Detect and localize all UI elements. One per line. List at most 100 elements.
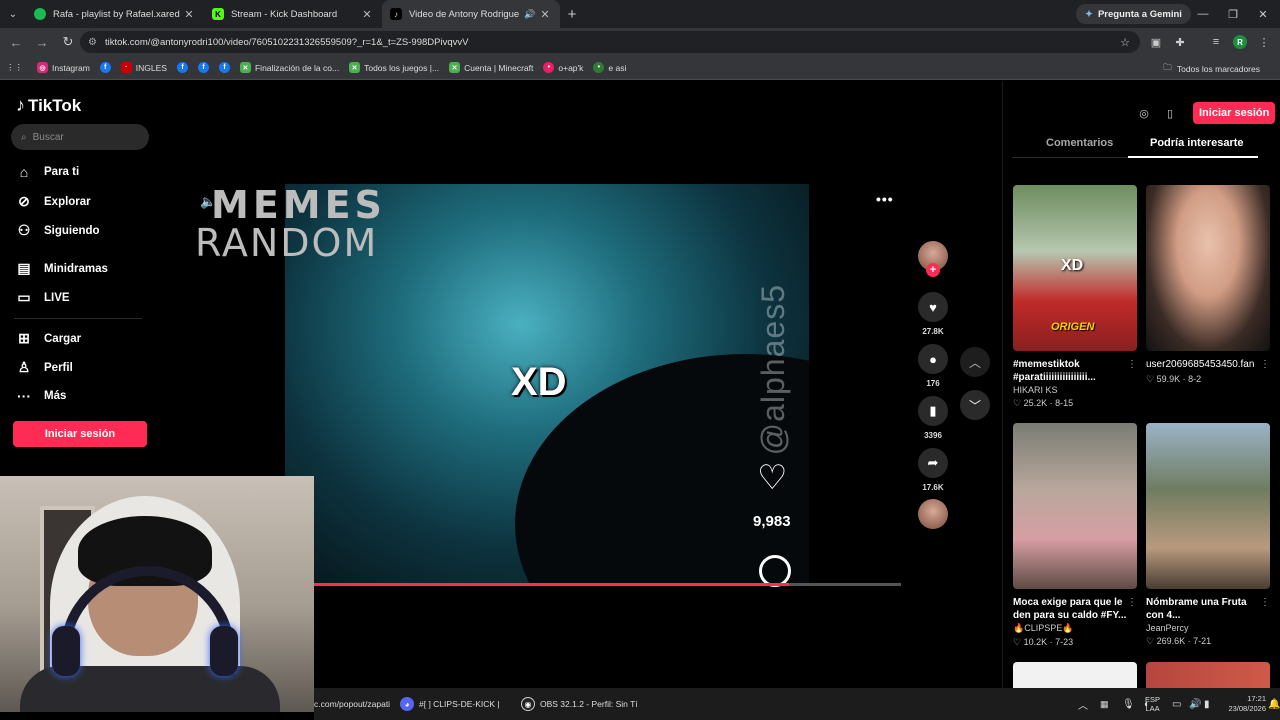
comment-icon[interactable]: ● [918, 344, 948, 374]
previous-video-button[interactable]: ︿ [960, 347, 990, 377]
tab-kick[interactable]: K Stream - Kick Dashboard ✕ [204, 0, 382, 28]
taskbar-item-browser[interactable]: c.com/popout/zapati [314, 688, 390, 720]
share-action[interactable]: ➦ 17.6K [917, 448, 949, 492]
kebab-icon[interactable]: ⋮ [1260, 597, 1270, 608]
cast-icon[interactable]: ▣ [1146, 32, 1166, 52]
device-icon[interactable]: ▯ [1161, 104, 1179, 122]
close-icon[interactable]: ✕ [538, 8, 552, 21]
tab-tiktok[interactable]: ♪ Video de Antony Rodrigue 🔊 ✕ [382, 0, 560, 28]
bookmark-icon[interactable]: ▮ [918, 396, 948, 426]
language-indicator[interactable]: ESP LAA [1145, 688, 1160, 720]
nav-explorar[interactable]: ⊘ Explorar [16, 193, 91, 210]
forward-button[interactable]: → [30, 30, 54, 54]
tray-chevron-up-icon[interactable]: ︿ [1078, 688, 1088, 720]
bookmark-minecraft[interactable]: ✕ Cuenta | Minecraft [449, 62, 533, 73]
site-info-icon[interactable]: ⚙ [88, 37, 97, 48]
nav-live[interactable]: ▭ LIVE [16, 289, 69, 306]
thumbnail[interactable]: XD ORIGEN [1013, 185, 1137, 351]
close-window-button[interactable]: ✕ [1248, 0, 1278, 28]
address-bar[interactable]: ⚙ tiktok.com/@antonyrodri100/video/76051… [80, 31, 1140, 53]
bookmark-easi[interactable]: • e asi [593, 62, 626, 73]
taskbar-item-obs[interactable]: ◉ OBS 32.1.2 - Perfil: Sin Tí [521, 688, 638, 720]
nav-para-ti[interactable]: ⌂ Para ti [16, 164, 79, 180]
bookmark-facebook[interactable]: f [218, 62, 230, 73]
profile-button[interactable]: R [1230, 32, 1250, 52]
nav-minidramas[interactable]: ▤ Minidramas [16, 260, 108, 277]
tab-spotify[interactable]: Rafa - playlist by Rafael.xared | ✕ [26, 0, 204, 28]
next-video-button[interactable]: ﹀ [960, 390, 990, 420]
menu-icon[interactable]: ⋮ [1254, 32, 1274, 52]
kebab-icon[interactable]: ⋮ [1127, 359, 1137, 370]
battery-icon[interactable]: ▮ [1204, 688, 1210, 720]
search-input[interactable]: ⌕ Buscar [11, 124, 149, 150]
gemini-button[interactable]: ✦ Pregunta a Gemini [1076, 4, 1191, 24]
new-tab-button[interactable]: + [560, 6, 584, 23]
bookmark-facebook[interactable]: f [197, 62, 209, 73]
bookmark-instagram[interactable]: ◎ Instagram [37, 62, 90, 73]
nav-siguiendo[interactable]: ⚇ Siguiendo [16, 222, 100, 239]
follow-plus-icon[interactable]: + [926, 263, 940, 277]
restore-button[interactable]: ❐ [1218, 0, 1248, 28]
card-author[interactable]: JeanPercy [1146, 623, 1270, 633]
thumbnail[interactable] [1013, 423, 1137, 589]
tray-app-icon[interactable]: ▦ [1100, 688, 1109, 720]
music-disc[interactable] [917, 499, 949, 529]
save-action[interactable]: ▮ 3396 [917, 396, 949, 440]
login-button[interactable]: Iniciar sesión [13, 421, 147, 447]
coin-icon[interactable]: ◎ [1135, 104, 1153, 122]
nav-perfil[interactable]: ♙ Perfil [16, 359, 73, 376]
like-action[interactable]: ♥ 27.8K [917, 292, 949, 336]
tab-comentarios[interactable]: Comentarios [1046, 137, 1113, 149]
thumbnail[interactable] [1146, 423, 1270, 589]
volume-tray-icon[interactable]: 🔊 [1189, 688, 1201, 720]
bookmark-star-icon[interactable]: ☆ [1120, 36, 1130, 49]
notification-icon[interactable]: 🔔 [1268, 688, 1280, 720]
creator-avatar[interactable]: + [917, 241, 949, 277]
video-card[interactable]: XD ORIGEN #memestiktok #paratііііііііііі… [1013, 185, 1137, 409]
thumbnail-partial[interactable] [1146, 662, 1270, 688]
bookmark-ingles[interactable]: · INGLES [120, 62, 167, 73]
volume-icon[interactable]: 🔈 [200, 194, 216, 210]
back-button[interactable]: ← [4, 30, 28, 54]
video-card[interactable]: user2069685453450.fan ⋮ ♡ 59.9K · 8-2 [1146, 185, 1270, 385]
comment-action[interactable]: ● 176 [917, 344, 949, 388]
tab-podria-interesarte[interactable]: Podría interesarte [1150, 137, 1244, 149]
kebab-icon[interactable]: ⋮ [1127, 597, 1137, 608]
music-disc-icon [918, 499, 948, 529]
video-card[interactable]: Nómbrame una Fruta con 4... ⋮ JeanPercy … [1146, 423, 1270, 647]
share-icon[interactable]: ➦ [918, 448, 948, 478]
clock[interactable]: 17:21 23/08/2026 [1218, 688, 1266, 720]
tiktok-logo[interactable]: ♪ TikTok [16, 95, 81, 116]
kebab-icon[interactable]: ⋮ [1260, 359, 1270, 370]
card-author[interactable]: 🔥CLIPSPE🔥 [1013, 623, 1137, 634]
card-author[interactable]: HIKARI KS [1013, 385, 1137, 395]
reload-button[interactable]: ↻ [56, 30, 80, 54]
bookmark-finalizacion[interactable]: ✕ Finalización de la co... [239, 62, 339, 73]
media-icon[interactable]: ≡ [1206, 32, 1226, 52]
bookmark-facebook[interactable]: f [99, 62, 111, 73]
tab-search-icon[interactable]: ⌄ [0, 0, 26, 28]
speaker-icon[interactable]: 🔊 [524, 9, 538, 20]
video-progress-bar[interactable] [314, 583, 901, 586]
apps-icon[interactable]: ⋮⋮ [6, 62, 23, 73]
bookmark-label: Instagram [52, 62, 90, 73]
taskbar-item-discord[interactable]: ◕ #[ ] CLIPS-DE-KICK | [400, 688, 500, 720]
thumbnail[interactable] [1146, 185, 1270, 351]
login-top-button[interactable]: Iniciar sesión [1193, 102, 1276, 124]
minimize-button[interactable]: — [1188, 0, 1218, 28]
network-icon[interactable]: ▭ [1172, 688, 1181, 720]
extensions-icon[interactable]: ✚ [1170, 32, 1190, 52]
video-card[interactable]: Moca exige para que le den para su caldo… [1013, 423, 1137, 648]
nav-cargar[interactable]: ⊞ Cargar [16, 330, 81, 347]
thumbnail-partial[interactable] [1013, 662, 1137, 688]
nav-mas[interactable]: ··· Más [16, 388, 66, 404]
microphone-icon[interactable]: 🎙 [1122, 688, 1135, 720]
all-bookmarks[interactable]: 🗀 Todos los marcadores [1163, 62, 1260, 76]
close-icon[interactable]: ✕ [182, 8, 196, 21]
bookmark-oapk[interactable]: • o+ap'k [543, 62, 583, 73]
bookmark-facebook[interactable]: f [176, 62, 188, 73]
close-icon[interactable]: ✕ [360, 8, 374, 21]
more-options-icon[interactable]: ••• [876, 191, 894, 207]
heart-icon[interactable]: ♥ [918, 292, 948, 322]
bookmark-juegos[interactable]: ✕ Todos los juegos |... [349, 62, 439, 73]
